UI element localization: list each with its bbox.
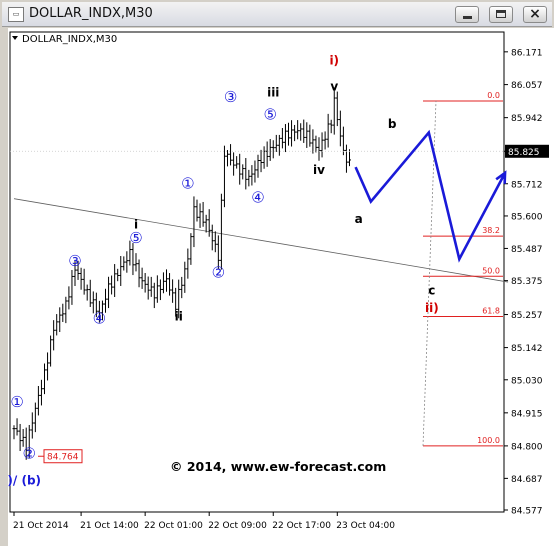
window-title: DOLLAR_INDX,M30: [29, 6, 153, 21]
minimize-icon: [463, 16, 472, 19]
chart-header: DOLLAR_INDX,M30: [22, 34, 117, 45]
y-tick-label: 85.030: [511, 376, 543, 386]
wave-label: ⑤: [263, 105, 276, 123]
y-tick-label: 85.487: [511, 245, 543, 255]
close-button[interactable]: ×: [523, 6, 547, 23]
wave-label: ③: [68, 252, 81, 270]
y-tick-label: 85.942: [511, 114, 543, 124]
y-tick-label: 85.712: [511, 180, 543, 190]
wave-label: iv: [313, 163, 325, 177]
maximize-icon: [496, 10, 506, 18]
wave-label: ii)/ (b): [8, 473, 41, 487]
fib-level-label: 100.0: [477, 436, 500, 445]
wave-label: ①: [10, 393, 23, 411]
price-chart[interactable]: 86.171 86.057 85.942 85.825 85.712 85.600 85.4…: [8, 28, 554, 546]
wave-label: iii: [267, 85, 279, 99]
y-tick-label: 85.375: [511, 277, 543, 287]
y-tick-label: 84.915: [511, 409, 543, 419]
x-tick-label: 22 Oct 09:00: [208, 521, 267, 531]
wave-label: ②: [23, 445, 36, 463]
minimize-button[interactable]: [455, 6, 479, 23]
x-tick-label: 23 Oct 04:00: [336, 521, 395, 531]
x-tick-label: 22 Oct 17:00: [272, 521, 331, 531]
low-price-label: 84.764: [47, 453, 79, 463]
y-tick-label: 84.577: [511, 506, 543, 516]
wave-label: i): [329, 54, 339, 68]
maximize-button[interactable]: [489, 6, 513, 23]
fib-level-label: 50.0: [482, 266, 500, 275]
wave-label: a: [355, 212, 363, 226]
y-tick-label: 85.257: [511, 311, 543, 321]
wave-label: ii): [425, 301, 439, 315]
close-icon: ×: [529, 6, 541, 22]
watermark: © 2014, www.ew-forecast.com: [170, 459, 386, 474]
wave-label: c: [428, 284, 435, 298]
x-tick-label: 21 Oct 14:00: [80, 521, 139, 531]
fib-level-label: 61.8: [482, 307, 500, 316]
wave-label: ④: [251, 189, 264, 207]
chart-area[interactable]: 86.171 86.057 85.942 85.825 85.712 85.600 85.4…: [8, 28, 554, 546]
x-tick-label: 22 Oct 01:00: [144, 521, 203, 531]
wave-label: v: [330, 80, 338, 94]
title-bar[interactable]: ▭ DOLLAR_INDX,M30 ×: [2, 2, 552, 27]
wave-label: i: [134, 218, 138, 232]
chart-window-icon: ▭: [8, 7, 24, 22]
y-tick-label: 85.600: [511, 212, 543, 222]
wave-label: ⑤: [129, 229, 142, 247]
current-price-label: 85.825: [508, 148, 540, 158]
fib-level-label: 38.2: [482, 226, 500, 235]
wave-label: ④: [93, 309, 106, 327]
wave-label: ③: [224, 88, 237, 106]
fib-level-label: 0.0: [487, 91, 500, 100]
y-tick-label: 84.800: [511, 442, 543, 452]
y-tick-label: 86.057: [511, 81, 543, 91]
y-tick-label: 84.687: [511, 475, 543, 485]
y-tick-label: 86.171: [511, 48, 543, 58]
wave-label: b: [388, 117, 397, 131]
chart-window: ▭ DOLLAR_INDX,M30 × 86.171 86.057 85.942 85…: [0, 0, 554, 546]
wave-label: ii: [175, 310, 183, 324]
x-tick-label: 21 Oct 2014: [13, 521, 69, 531]
wave-label: ①: [181, 174, 194, 192]
wave-label: ②: [212, 263, 225, 281]
y-tick-label: 85.142: [511, 344, 543, 354]
